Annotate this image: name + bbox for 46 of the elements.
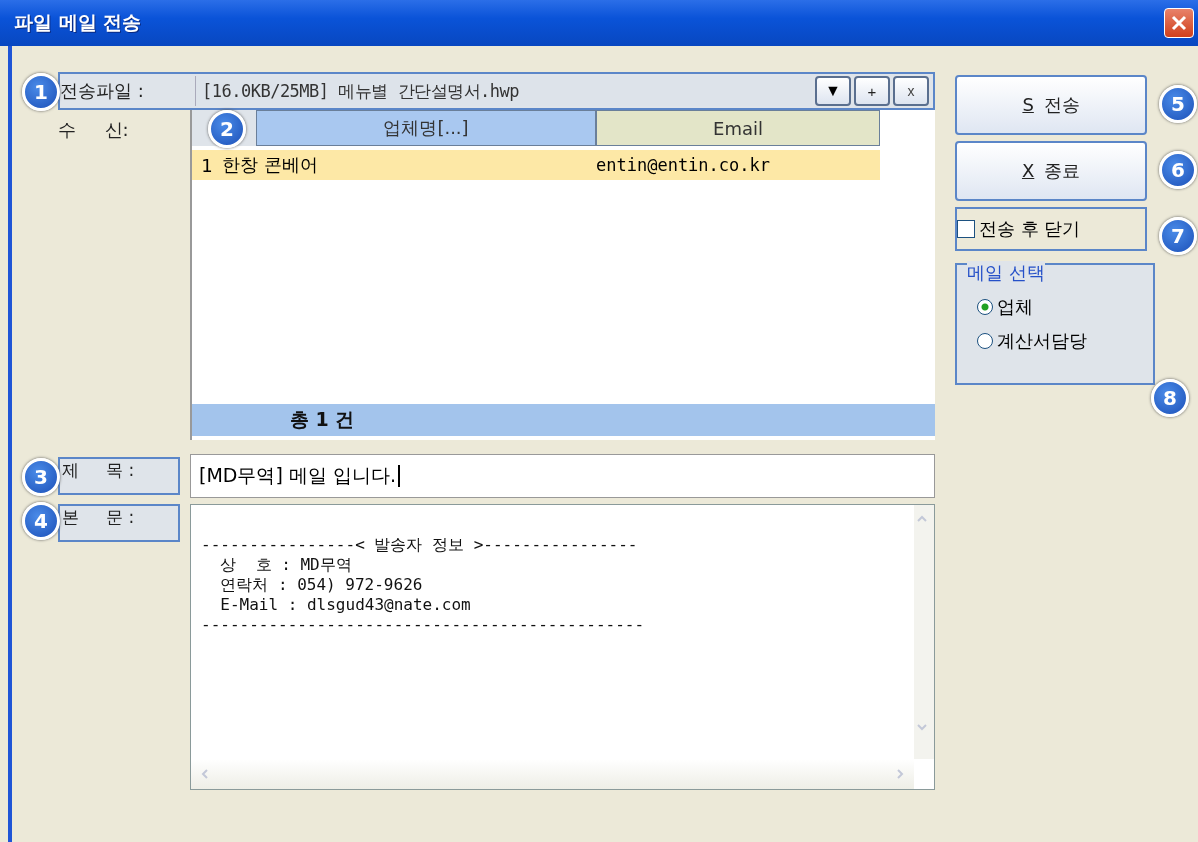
total-count: 총 1 건 bbox=[290, 407, 355, 432]
dropdown-button[interactable]: ▼ bbox=[815, 76, 851, 106]
window-title: 파일 메일 전송 bbox=[14, 10, 142, 35]
callout-badge: 7 bbox=[1159, 217, 1197, 255]
group-title: 메일 선택 bbox=[967, 261, 1045, 285]
callout-badge: 1 bbox=[22, 73, 60, 111]
close-button[interactable] bbox=[1164, 8, 1194, 38]
close-after-send-checkbox[interactable]: 전송 후 닫기 bbox=[955, 207, 1147, 251]
field-value: [MD무역] 메일 입니다. bbox=[199, 463, 396, 488]
close-icon bbox=[1170, 14, 1188, 32]
radio-option[interactable]: 계산서담당 bbox=[977, 329, 1153, 353]
vertical-scrollbar[interactable] bbox=[914, 505, 934, 759]
text-line: 상 호 : MD무역 bbox=[219, 555, 353, 575]
field-label: 수 신: bbox=[58, 118, 130, 142]
callout-badge: 5 bbox=[1159, 85, 1197, 123]
send-button[interactable]: S 전송 bbox=[955, 75, 1147, 135]
field-label: 본 문 : bbox=[58, 504, 180, 542]
radio-label: 계산서담당 bbox=[997, 329, 1087, 353]
column-header[interactable]: 업체명[...] bbox=[256, 110, 596, 146]
table-cell: entin@entin.co.kr bbox=[596, 155, 770, 175]
text-line: ---------------------------------------------- bbox=[201, 615, 646, 635]
radio-button[interactable] bbox=[977, 333, 993, 349]
close-dialog-button[interactable]: X 종료 bbox=[955, 141, 1147, 201]
radio-option[interactable]: 업체 bbox=[977, 295, 1153, 319]
field-label: 제 목 : bbox=[58, 457, 180, 495]
subject-field[interactable]: [MD무역] 메일 입니다. bbox=[190, 454, 935, 498]
text-line: E-Mail : dlsgud43@nate.com bbox=[219, 595, 472, 615]
row-number: 1 bbox=[200, 154, 214, 176]
column-header[interactable]: Email bbox=[596, 110, 880, 146]
callout-badge: 3 bbox=[22, 458, 60, 496]
text-caret bbox=[397, 465, 400, 487]
radio-button[interactable] bbox=[977, 299, 993, 315]
body-textarea[interactable]: ----------------< 발송자 정보 >---------------- 상 호 : MD무역 연락처 : 054) 972-9626 E-Mail : dlsgud43@nate.com ---------------------------------------------- bbox=[190, 504, 935, 790]
table-row[interactable]: 1 한창 콘베어 entin@entin.co.kr bbox=[192, 150, 880, 180]
text-line: 연락처 : 054) 972-9626 bbox=[219, 575, 424, 595]
table-cell-text: 한창 콘베어 bbox=[222, 153, 319, 177]
checkbox-label: 전송 후 닫기 bbox=[979, 217, 1081, 241]
callout-badge: 4 bbox=[22, 502, 60, 540]
remove-button[interactable]: x bbox=[893, 76, 929, 106]
add-button[interactable]: + bbox=[854, 76, 890, 106]
field-label: 전송파일 : bbox=[60, 79, 145, 103]
callout-badge: 6 bbox=[1159, 151, 1197, 189]
callout-badge: 8 bbox=[1151, 379, 1189, 417]
checkbox[interactable] bbox=[957, 220, 975, 238]
radio-label: 업체 bbox=[997, 295, 1033, 319]
text-line: ----------------< 발송자 정보 >---------------- bbox=[201, 535, 639, 555]
